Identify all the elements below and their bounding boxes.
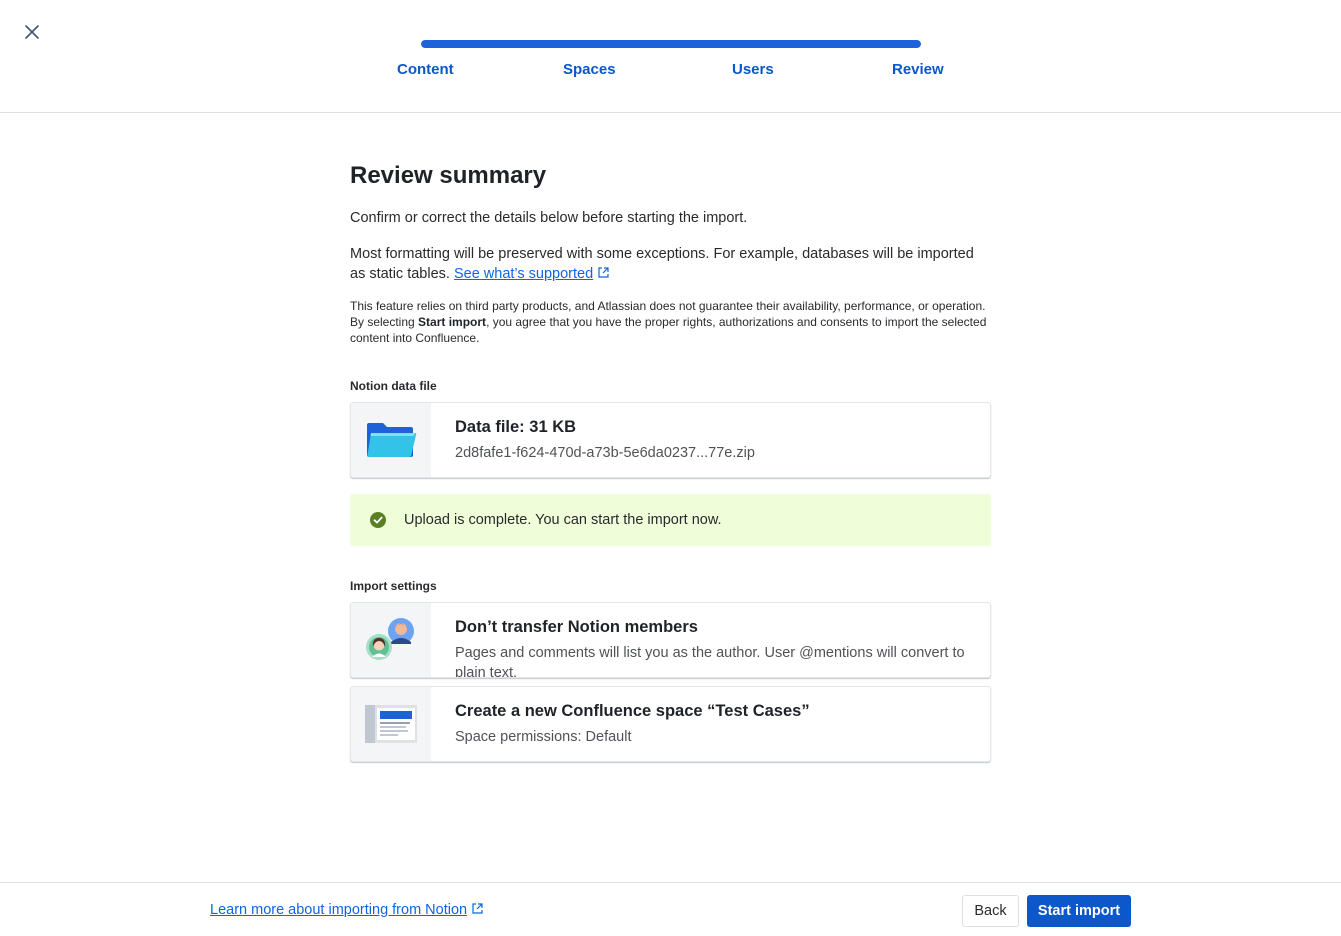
- upload-complete-banner: Upload is complete. You can start the im…: [350, 494, 991, 546]
- intro-text: Confirm or correct the details below bef…: [350, 210, 748, 226]
- members-setting-card: Don’t transfer Notion members Pages and …: [350, 602, 991, 678]
- disclaimer-bold: Start import: [418, 315, 487, 329]
- members-setting-subtitle: Pages and comments will list you as the …: [455, 645, 965, 678]
- members-setting-title: Don’t transfer Notion members: [455, 618, 698, 636]
- page-title: Review summary: [350, 162, 547, 189]
- data-file-name: 2d8fafe1-f624-470d-a73b-5e6da0237...77e.…: [455, 445, 755, 461]
- step-users[interactable]: Users: [732, 61, 774, 78]
- data-file-section-label: Notion data file: [350, 379, 437, 393]
- see-supported-link[interactable]: See what’s supported: [454, 266, 593, 282]
- progress-bar: [421, 40, 921, 48]
- space-setting-subtitle: Space permissions: Default: [455, 729, 632, 745]
- step-spaces[interactable]: Spaces: [563, 61, 616, 78]
- progress-header: Content Spaces Users Review: [0, 0, 1341, 113]
- disclaimer-text: This feature relies on third party produ…: [350, 299, 987, 345]
- external-link-icon: [598, 267, 609, 278]
- formatting-note-text: Most formatting will be preserved with s…: [350, 246, 974, 282]
- data-file-title: Data file: 31 KB: [455, 418, 577, 436]
- formatting-note: Most formatting will be preserved with s…: [350, 244, 992, 284]
- step-review[interactable]: Review: [892, 61, 944, 78]
- learn-more-link[interactable]: Learn more about importing from Notion: [210, 902, 484, 918]
- footer-bar: Learn more about importing from Notion B…: [0, 882, 1341, 936]
- data-file-card: Data file: 31 KB 2d8fafe1-f624-470d-a73b…: [350, 402, 991, 478]
- step-content[interactable]: Content: [397, 61, 454, 78]
- external-link-icon: [472, 903, 483, 914]
- import-settings-label: Import settings: [350, 579, 437, 593]
- space-setting-title: Create a new Confluence space “Test Case…: [455, 702, 810, 720]
- space-illustration-icon: [351, 687, 431, 761]
- upload-status-text: Upload is complete. You can start the im…: [404, 512, 722, 528]
- back-button[interactable]: Back: [962, 895, 1019, 927]
- users-illustration-icon: [351, 603, 431, 677]
- space-setting-card: Create a new Confluence space “Test Case…: [350, 686, 991, 762]
- review-summary-panel: Review summary Confirm or correct the de…: [350, 160, 992, 762]
- start-import-button[interactable]: Start import: [1027, 895, 1131, 927]
- check-circle-icon: [370, 512, 386, 528]
- progress-bar-fill: [421, 40, 921, 48]
- folder-icon: [351, 403, 431, 477]
